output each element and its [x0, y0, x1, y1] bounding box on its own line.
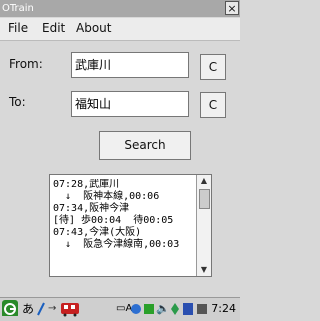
scroll-thumb[interactable]	[199, 189, 210, 209]
battery-icon	[144, 304, 154, 314]
train-icon[interactable]	[60, 301, 80, 317]
result-line: 07:34,阪神今津	[53, 203, 130, 214]
volume-icon[interactable]: 🔈	[156, 301, 170, 317]
pen-icon[interactable]	[36, 301, 46, 317]
vertical-scrollbar[interactable]: ▲ ▼	[196, 175, 211, 276]
results-lines: 07:28,武庫川 ↓ 阪神本線,00:06 07:34,阪神今津 [待] 歩0…	[50, 179, 198, 251]
result-line: 07:43,今津(大阪)	[53, 227, 142, 238]
search-button[interactable]: Search	[99, 131, 191, 160]
taskbar: あ → ▭A 🔈 7:24	[0, 297, 240, 321]
clear-from-button[interactable]: C	[200, 54, 226, 80]
status-icon	[171, 303, 179, 315]
to-field[interactable]: 福知山	[71, 91, 189, 117]
app-icon[interactable]	[196, 301, 208, 317]
title-bar: OTrain ×	[0, 0, 240, 17]
scroll-down-icon[interactable]: ▼	[197, 264, 211, 276]
main-panel: From: 武庫川 C To: 福知山 C Search 07:28,武庫川 ↓…	[0, 41, 240, 297]
clock: 7:24	[211, 302, 236, 315]
to-label: To:	[9, 95, 26, 109]
result-line: ↓ 阪急今津線南,00:03	[53, 239, 180, 250]
from-field[interactable]: 武庫川	[71, 52, 189, 78]
sd-card-icon[interactable]	[182, 301, 194, 317]
results-list[interactable]: 07:28,武庫川 ↓ 阪神本線,00:06 07:34,阪神今津 [待] 歩0…	[49, 174, 212, 277]
menu-file[interactable]: File	[8, 21, 28, 35]
result-line: ↓ 阪神本線,00:06	[53, 191, 160, 202]
result-line: [待] 歩00:04 待00:05	[53, 215, 174, 226]
scroll-up-icon[interactable]: ▲	[197, 175, 211, 187]
menu-about[interactable]: About	[76, 21, 111, 35]
window-title: OTrain	[2, 3, 34, 14]
menu-edit[interactable]: Edit	[42, 21, 65, 35]
from-label: From:	[9, 57, 43, 71]
input-mode-indicator[interactable]: あ	[22, 301, 34, 317]
network-icon[interactable]	[130, 301, 142, 317]
start-menu-icon[interactable]	[2, 300, 18, 316]
menu-bar: File Edit About	[0, 18, 240, 41]
clear-to-button[interactable]: C	[200, 92, 226, 118]
result-line: 07:28,武庫川	[53, 179, 120, 190]
close-button[interactable]: ×	[225, 1, 239, 15]
arrow-icon: →	[48, 303, 57, 314]
